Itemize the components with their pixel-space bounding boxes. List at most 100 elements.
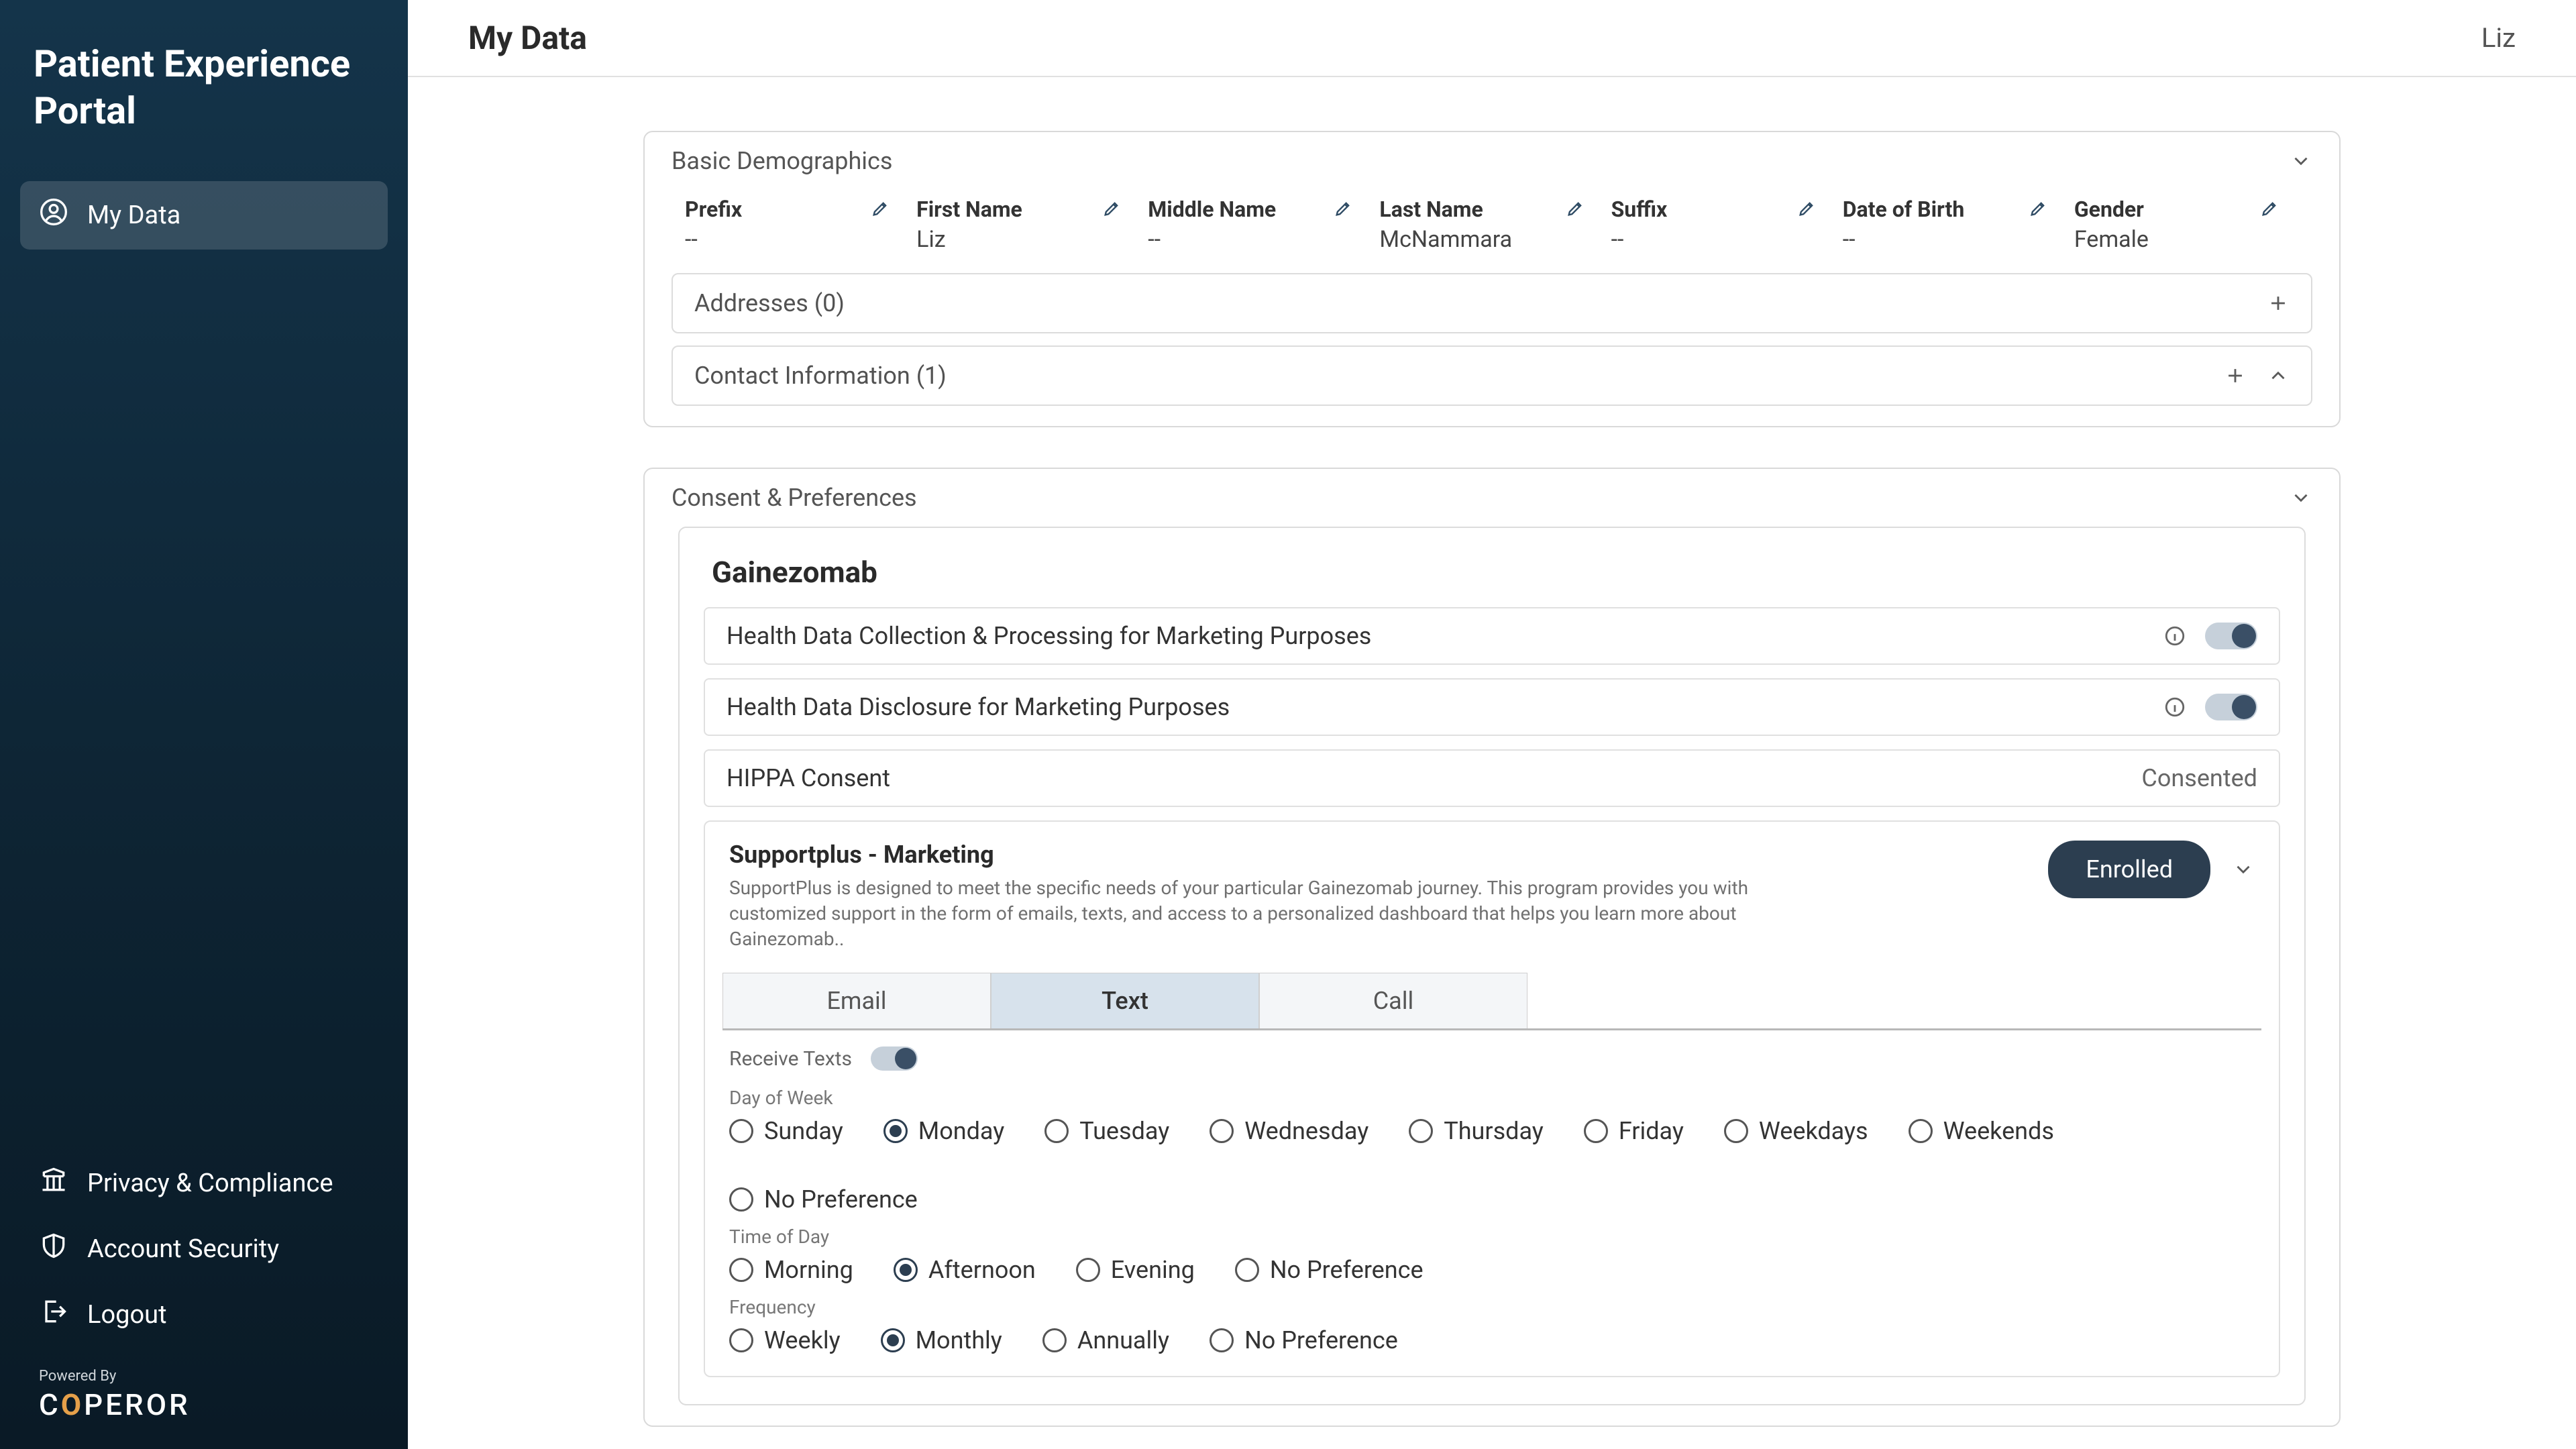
demographics-row: Prefix -- First Name Liz Middle Name -- xyxy=(672,190,2312,273)
radio-label: Monday xyxy=(918,1117,1005,1145)
consent-label: Health Data Disclosure for Marketing Pur… xyxy=(727,693,1230,721)
freq-option[interactable]: Annually xyxy=(1042,1326,1169,1354)
support-header: Supportplus - Marketing SupportPlus is d… xyxy=(705,822,2279,963)
radio-label: Sunday xyxy=(764,1117,843,1145)
addresses-row[interactable]: Addresses (0) xyxy=(672,273,2312,333)
sidebar-item-logout[interactable]: Logout xyxy=(20,1282,388,1348)
chevron-up-icon[interactable] xyxy=(2267,364,2290,387)
pencil-icon[interactable] xyxy=(1102,199,1121,221)
radio-label: Annually xyxy=(1077,1326,1169,1354)
radio-label: Friday xyxy=(1619,1117,1684,1145)
radio-icon xyxy=(1210,1119,1234,1143)
shield-icon xyxy=(39,1231,68,1267)
radio-icon xyxy=(1584,1119,1608,1143)
page-title: My Data xyxy=(468,19,587,57)
powered-by: Powered By COPEROR xyxy=(20,1348,388,1422)
day-option[interactable]: Wednesday xyxy=(1210,1117,1368,1145)
time-option[interactable]: Evening xyxy=(1076,1256,1195,1284)
radio-label: Morning xyxy=(764,1256,853,1284)
time-label: Time of Day xyxy=(729,1226,2255,1248)
day-option[interactable]: Monday xyxy=(883,1117,1005,1145)
consent-label: Health Data Collection & Processing for … xyxy=(727,622,1371,650)
freq-label: Frequency xyxy=(729,1296,2255,1318)
receive-texts-row: Receive Texts xyxy=(729,1046,2255,1071)
radio-icon xyxy=(883,1119,908,1143)
sidebar-item-my-data[interactable]: My Data xyxy=(20,181,388,250)
sidebar-item-label: Logout xyxy=(87,1300,167,1330)
freq-option[interactable]: Weekly xyxy=(729,1326,841,1354)
sidebar-item-label: Account Security xyxy=(87,1234,279,1264)
consent-row-hippa: HIPPA Consent Consented xyxy=(704,749,2280,807)
radio-icon xyxy=(729,1328,753,1352)
pencil-icon[interactable] xyxy=(1797,199,1816,221)
radio-icon xyxy=(1409,1119,1433,1143)
radio-label: Thursday xyxy=(1444,1117,1544,1145)
chevron-down-icon[interactable] xyxy=(2290,150,2312,172)
contact-label: Contact Information (1) xyxy=(694,362,947,390)
consent-card: Gainezomab Health Data Collection & Proc… xyxy=(678,527,2306,1405)
field-gender: Gender Female xyxy=(2074,197,2299,253)
pencil-icon[interactable] xyxy=(1334,199,1352,221)
time-option[interactable]: Afternoon xyxy=(894,1256,1036,1284)
enrolled-button[interactable]: Enrolled xyxy=(2048,841,2210,898)
panel-title: Basic Demographics xyxy=(672,147,892,175)
info-icon[interactable] xyxy=(2163,696,2186,718)
brand-title: Patient Experience Portal xyxy=(20,40,388,134)
user-circle-icon xyxy=(39,197,68,233)
time-option[interactable]: No Preference xyxy=(1235,1256,1424,1284)
tab-call[interactable]: Call xyxy=(1259,973,1527,1028)
header-user: Liz xyxy=(2481,22,2516,54)
freq-options: Weekly Monthly Annually No Preference xyxy=(729,1326,2255,1354)
radio-icon xyxy=(1076,1258,1100,1282)
radio-label: Evening xyxy=(1111,1256,1195,1284)
tab-text[interactable]: Text xyxy=(991,973,1259,1028)
radio-label: Weekdays xyxy=(1759,1117,1868,1145)
contact-row[interactable]: Contact Information (1) xyxy=(672,345,2312,406)
pencil-icon[interactable] xyxy=(2029,199,2047,221)
support-desc: SupportPlus is designed to meet the spec… xyxy=(729,875,1836,951)
radio-label: Wednesday xyxy=(1244,1117,1368,1145)
tab-body-text: Receive Texts Day of Week SundayMondayTu… xyxy=(705,1030,2279,1376)
plus-icon[interactable] xyxy=(2224,364,2247,387)
field-middle-name: Middle Name -- xyxy=(1148,197,1373,253)
day-option[interactable]: No Preference xyxy=(729,1185,918,1214)
support-title: Supportplus - Marketing xyxy=(729,841,1836,869)
content-scroll[interactable]: Basic Demographics Prefix -- First Name xyxy=(408,77,2576,1449)
tab-email[interactable]: Email xyxy=(722,973,991,1028)
toggle-switch[interactable] xyxy=(871,1046,918,1071)
pencil-icon[interactable] xyxy=(2260,199,2279,221)
day-option[interactable]: Sunday xyxy=(729,1117,843,1145)
chevron-down-icon[interactable] xyxy=(2232,858,2255,881)
pencil-icon[interactable] xyxy=(1566,199,1585,221)
panel-demographics: Basic Demographics Prefix -- First Name xyxy=(643,131,2341,427)
field-value: -- xyxy=(1843,226,2068,253)
day-option[interactable]: Friday xyxy=(1584,1117,1684,1145)
day-option[interactable]: Weekends xyxy=(1909,1117,2054,1145)
toggle-switch[interactable] xyxy=(2205,623,2257,649)
freq-option[interactable]: Monthly xyxy=(881,1326,1002,1354)
day-option[interactable]: Weekdays xyxy=(1724,1117,1868,1145)
info-icon[interactable] xyxy=(2163,625,2186,647)
freq-option[interactable]: No Preference xyxy=(1210,1326,1398,1354)
field-last-name: Last Name McNammara xyxy=(1379,197,1604,253)
main: My Data Liz Basic Demographics Prefix -- xyxy=(408,0,2576,1449)
addresses-label: Addresses (0) xyxy=(694,289,845,317)
toggle-switch[interactable] xyxy=(2205,694,2257,720)
radio-icon xyxy=(881,1328,905,1352)
receive-label: Receive Texts xyxy=(729,1047,852,1071)
consent-row-disclosure: Health Data Disclosure for Marketing Pur… xyxy=(704,678,2280,736)
panel-header-demographics[interactable]: Basic Demographics xyxy=(645,132,2339,190)
time-option[interactable]: Morning xyxy=(729,1256,853,1284)
pencil-icon[interactable] xyxy=(871,199,890,221)
radio-label: No Preference xyxy=(764,1185,918,1214)
sidebar-item-security[interactable]: Account Security xyxy=(20,1216,388,1282)
plus-icon[interactable] xyxy=(2267,292,2290,315)
day-option[interactable]: Thursday xyxy=(1409,1117,1544,1145)
panel-header-consent[interactable]: Consent & Preferences xyxy=(645,469,2339,527)
radio-icon xyxy=(1044,1119,1069,1143)
chevron-down-icon[interactable] xyxy=(2290,486,2312,509)
consent-status: Consented xyxy=(2141,764,2257,792)
sidebar-item-privacy[interactable]: Privacy & Compliance xyxy=(20,1150,388,1216)
radio-label: Weekends xyxy=(1943,1117,2054,1145)
day-option[interactable]: Tuesday xyxy=(1044,1117,1169,1145)
